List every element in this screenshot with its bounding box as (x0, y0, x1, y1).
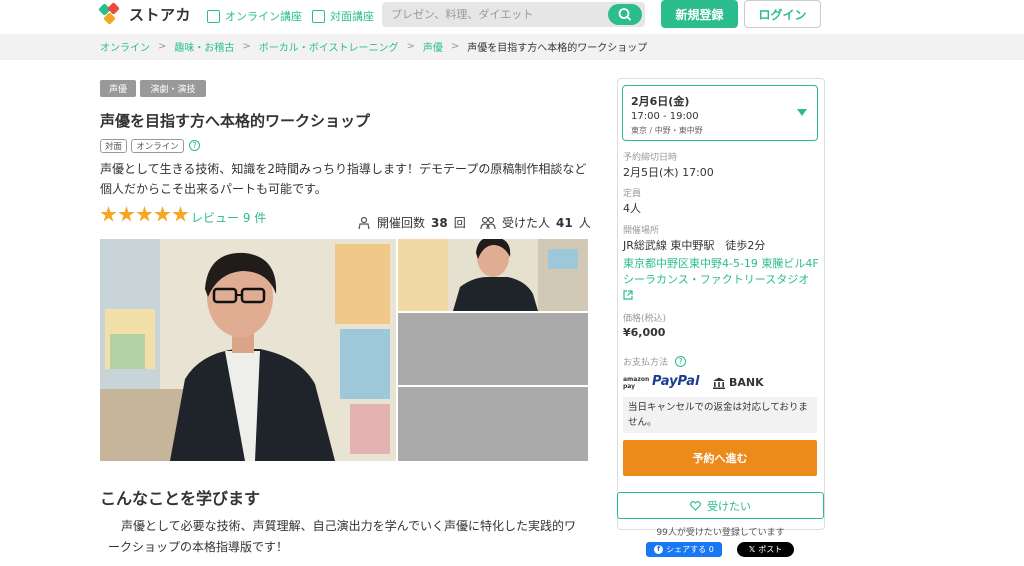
breadcrumb-separator-icon: > (242, 40, 251, 52)
selected-time: 17:00 - 19:00 (631, 111, 699, 122)
star-icon (100, 206, 117, 222)
deadline-label: 予約締切日時 (623, 153, 678, 163)
lecturer-icon (358, 216, 370, 229)
login-button[interactable]: ログイン (744, 0, 821, 28)
breadcrumb-vocal[interactable]: ボーカル・ボイストレーニング (259, 39, 399, 54)
instructor-photo (100, 239, 396, 461)
attended-count: 41 (556, 215, 573, 230)
payment-label: お支払方法 (623, 358, 669, 368)
venue-name-link[interactable]: シーラカンス・ファクトリースタジオ (623, 271, 809, 287)
tag-voice-actor[interactable]: 声優 (100, 80, 136, 97)
search-button[interactable] (608, 4, 642, 25)
help-icon[interactable]: ? (189, 140, 200, 151)
bank-label: BANK (729, 376, 764, 389)
want-label: 受けたい (707, 499, 751, 513)
nav-online-label: オンライン講座 (225, 10, 302, 23)
payment-help-icon[interactable]: ? (675, 356, 686, 367)
people-icon (480, 216, 496, 229)
venue-label: 開催場所 (623, 226, 660, 236)
logo-text: ストアカ (129, 5, 192, 24)
rating-stars (100, 206, 189, 223)
selected-date: 2月6日(金) (631, 95, 690, 108)
capacity-value: 4人 (623, 202, 641, 215)
in-person-class-icon (312, 9, 325, 23)
facebook-share-label: シェアする 0 (666, 545, 714, 554)
reserve-button[interactable]: 予約へ進む (623, 440, 817, 476)
tag-drama[interactable]: 演劇・演技 (140, 80, 206, 97)
nav-online-classes[interactable]: オンライン講座 (207, 8, 302, 24)
bank-logo: BANK (712, 376, 764, 389)
deadline-value: 2月5日(木) 17:00 (623, 166, 714, 179)
amazon-pay-logo: amazon pay (623, 376, 650, 390)
format-badge-in-person: 対面 (100, 139, 127, 153)
price-label: 価格(税込) (623, 314, 667, 324)
facebook-share-button[interactable]: f シェアする 0 (646, 542, 722, 557)
nav-in-person-label: 対面講座 (330, 10, 374, 23)
x-share-label: ポスト (758, 545, 783, 554)
held-label: 開催回数 (377, 216, 426, 230)
chevron-down-icon (797, 109, 807, 116)
course-photo-main[interactable] (100, 239, 396, 461)
breadcrumb-separator-icon: > (450, 40, 460, 52)
attended-label: 受けた人 (502, 216, 551, 230)
x-icon: 𝕏 (748, 545, 756, 554)
breadcrumb-separator-icon: > (406, 40, 415, 52)
breadcrumb: オンライン > 趣味・お稽古 > ボーカル・ボイストレーニング > 声優 > 声… (100, 36, 647, 56)
paypal-logo: PayPal (652, 374, 700, 389)
search-icon (618, 8, 631, 21)
external-link-icon[interactable] (623, 290, 633, 300)
site-logo[interactable]: ストアカ (98, 2, 192, 25)
price-value: ¥6,000 (623, 326, 666, 339)
instructor-photo-small (398, 239, 588, 311)
held-unit: 回 (453, 216, 466, 230)
facebook-icon: f (654, 545, 664, 554)
nav-in-person-classes[interactable]: 対面講座 (312, 8, 374, 24)
site-header: ストアカ オンライン講座 対面講座 新規登録 ログイン (0, 0, 1024, 34)
heart-icon (690, 500, 701, 511)
breadcrumb-separator-icon: > (158, 40, 167, 52)
cancel-notice: 当日キャンセルでの返金は対応しておりません。 (623, 397, 817, 433)
star-icon (172, 206, 189, 222)
attended-unit: 人 (578, 216, 591, 230)
star-icon (154, 206, 171, 222)
course-description: 声優として生きる技術、知識を2時間みっちり指導します！デモテープの原稿制作相談な… (100, 162, 587, 196)
x-share-button[interactable]: 𝕏 ポスト (737, 542, 794, 557)
venue-address-link[interactable]: 東京都中野区東中野4-5-19 東騰ビル4F (623, 255, 819, 271)
breadcrumb-hobby[interactable]: 趣味・お稽古 (174, 39, 234, 54)
course-photo-2[interactable] (398, 239, 588, 311)
breadcrumb-voice-actor[interactable]: 声優 (423, 39, 443, 54)
held-count: 38 (431, 215, 448, 230)
want-button[interactable]: 受けたい (617, 492, 824, 519)
logo-mark-icon (98, 2, 126, 25)
learn-text: 声優として必要な技術、声質理解、自己演出力を学んでいく声優に特化した実践的ワーク… (108, 519, 577, 554)
capacity-label: 定員 (623, 189, 642, 199)
photo-placeholder (398, 387, 588, 461)
register-button[interactable]: 新規登録 (661, 0, 738, 28)
want-count: 99人が受けたい登録しています (656, 528, 785, 538)
breadcrumb-online[interactable]: オンライン (100, 39, 150, 54)
search-input[interactable] (382, 2, 602, 27)
breadcrumb-current: 声優を目指す方へ本格的ワークショップ (467, 42, 648, 54)
star-icon (118, 206, 135, 222)
star-icon (136, 206, 153, 222)
selected-location: 東京 / 中野・東中野 (631, 126, 703, 135)
format-badge-online: オンライン (131, 139, 184, 153)
search-bar (382, 2, 645, 27)
learn-heading: こんなことを学びます (100, 489, 261, 508)
online-class-icon (207, 9, 220, 23)
venue-station: JR総武線 東中野駅 徒歩2分 (623, 239, 766, 252)
review-link[interactable]: レビュー 9 件 (191, 209, 266, 226)
photo-placeholder (398, 313, 588, 385)
held-count-stat: 開催回数 38 回 (357, 214, 466, 231)
attended-count-stat: 受けた人 41 人 (480, 214, 591, 231)
date-selector[interactable]: 2月6日(金) 17:00 - 19:00 東京 / 中野・東中野 (622, 85, 818, 141)
bank-icon (713, 377, 725, 389)
page-title: 声優を目指す方へ本格的ワークショップ (100, 112, 371, 130)
